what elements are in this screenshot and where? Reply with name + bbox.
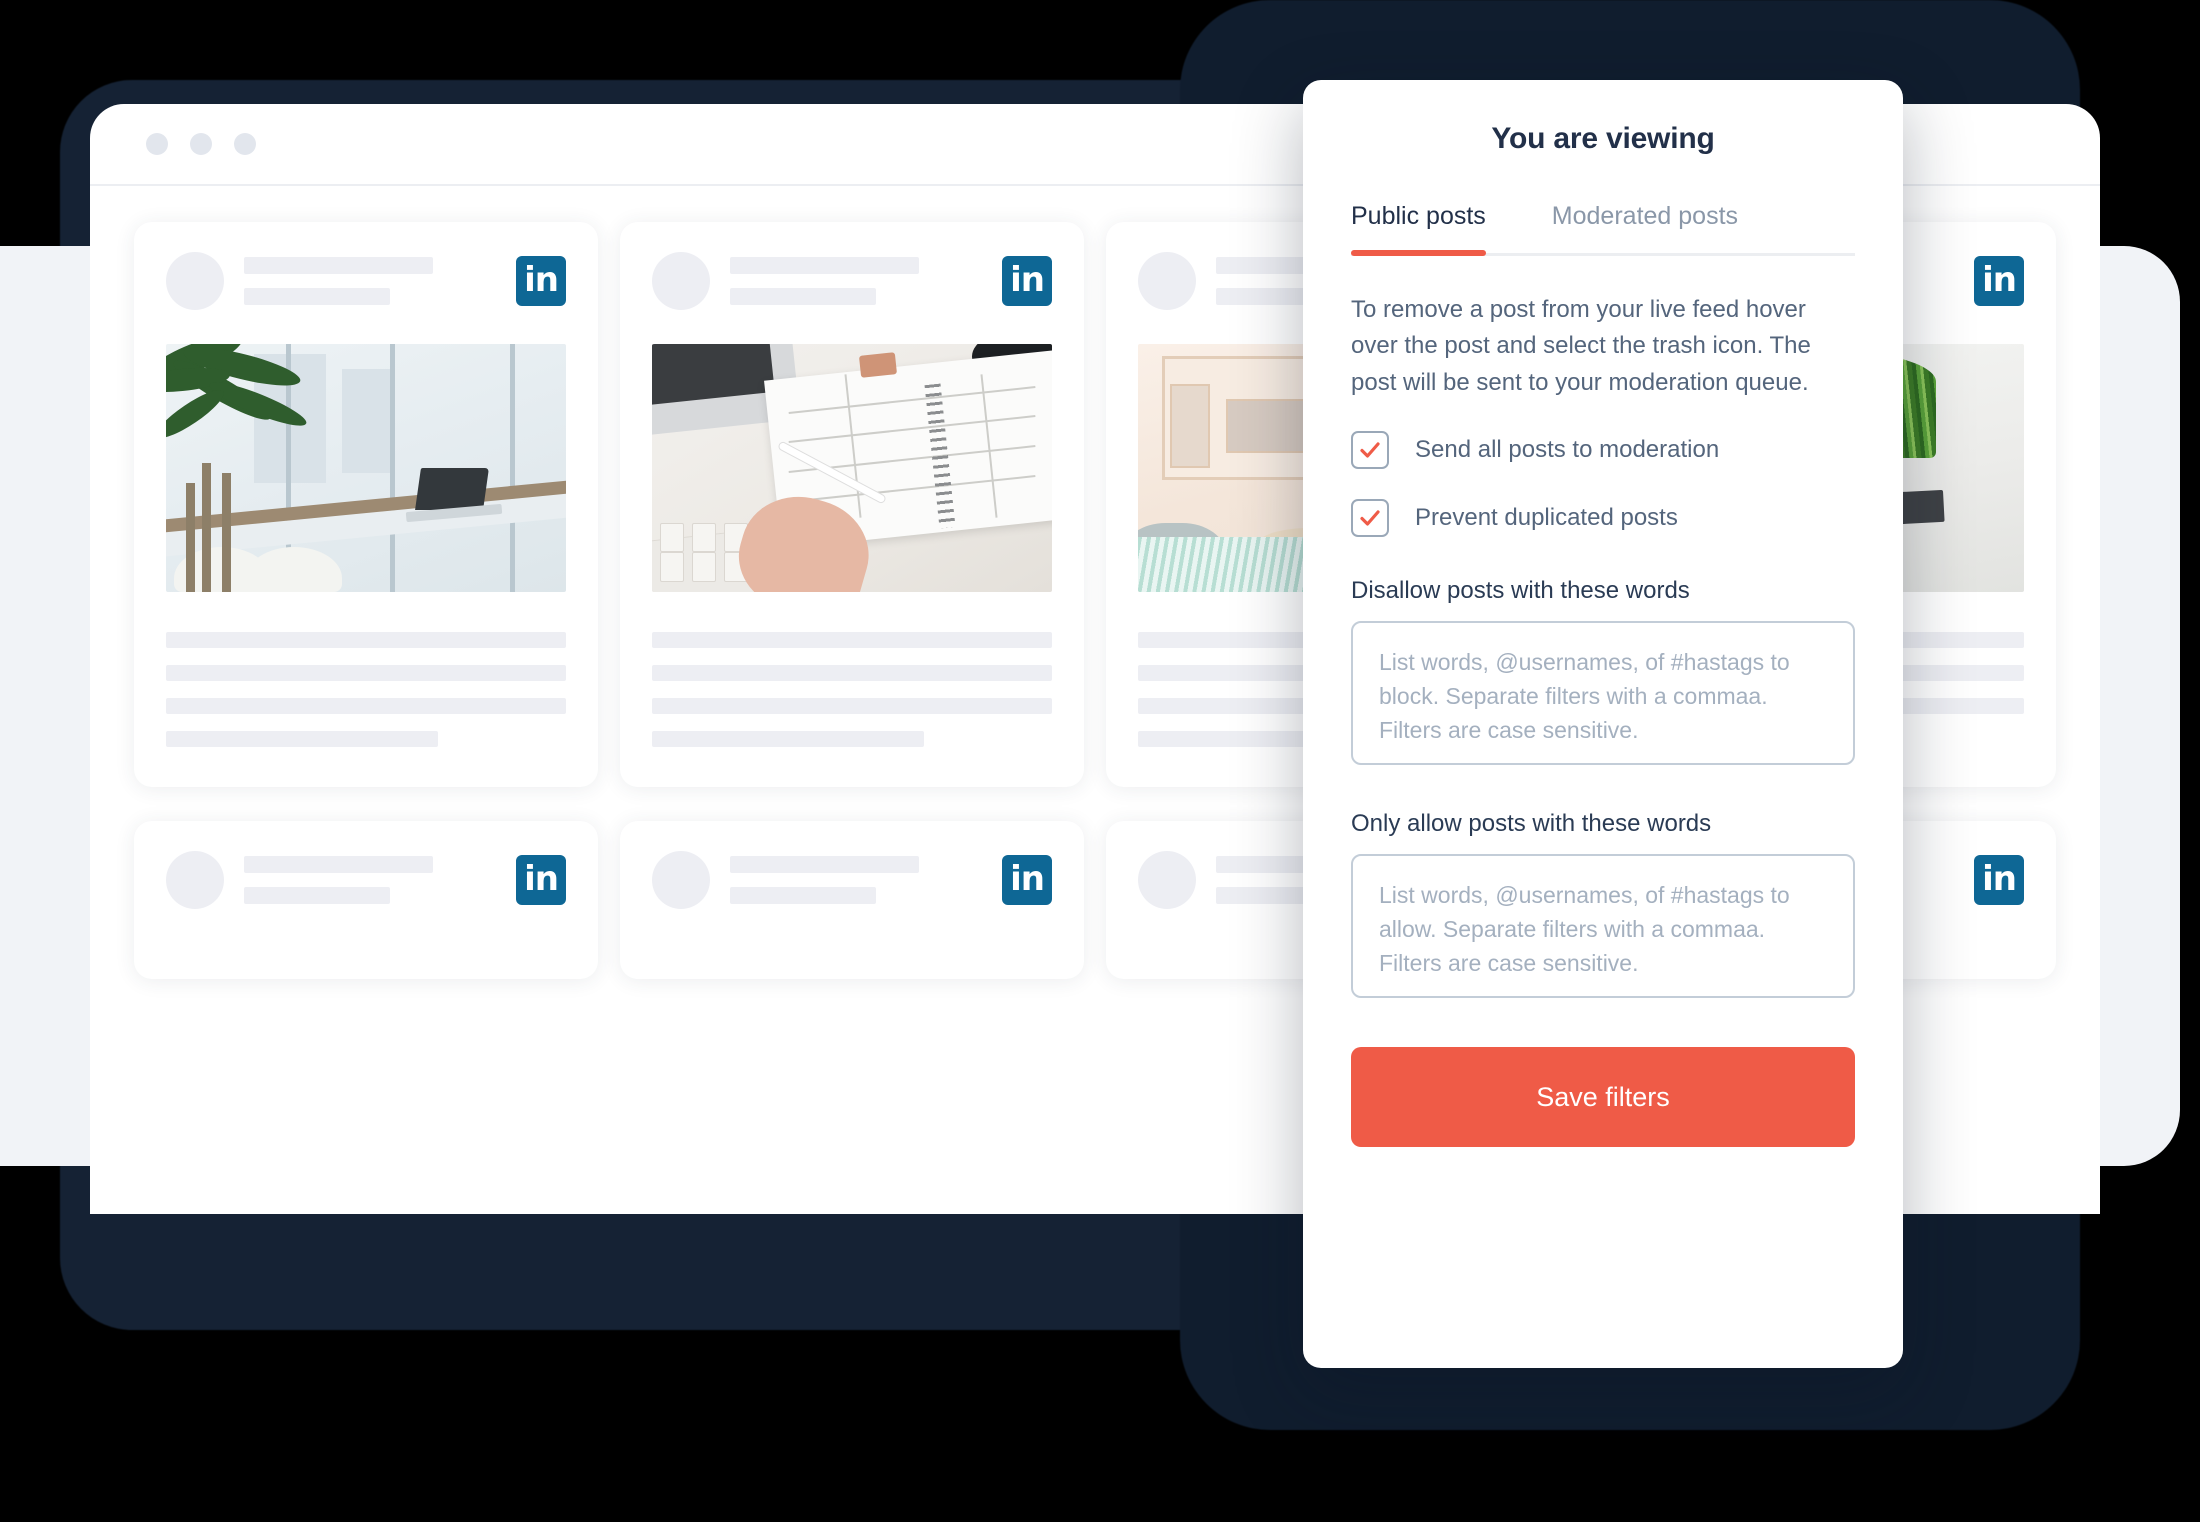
allow-words-input[interactable] xyxy=(1351,854,1855,999)
post-card-header: in xyxy=(166,851,566,909)
checkbox-row-send-all-to-moderation[interactable]: Send all posts to moderation xyxy=(1351,431,1855,470)
checkbox-label-send-all-to-moderation: Send all posts to moderation xyxy=(1415,436,1720,464)
panel-title: You are viewing xyxy=(1491,122,1715,155)
author-name-skeleton xyxy=(244,856,433,873)
avatar xyxy=(166,252,224,310)
post-author-placeholder xyxy=(730,856,982,904)
post-author-placeholder xyxy=(244,856,496,904)
post-author-placeholder xyxy=(244,257,496,305)
label-disallow-words: Disallow posts with these words xyxy=(1351,577,1690,605)
avatar xyxy=(652,252,710,310)
check-icon xyxy=(1360,510,1380,527)
moderation-panel: You are viewing Public posts Moderated p… xyxy=(1303,80,1903,1368)
linkedin-icon: in xyxy=(1002,256,1052,306)
panel-description: To remove a post from your live feed hov… xyxy=(1351,296,1811,396)
author-name-skeleton xyxy=(730,856,919,873)
linkedin-icon: in xyxy=(516,256,566,306)
tab-public-posts[interactable]: Public posts xyxy=(1351,202,1486,256)
checkbox-prevent-duplicated-posts[interactable] xyxy=(1351,499,1389,538)
avatar xyxy=(166,851,224,909)
linkedin-icon: in xyxy=(1974,256,2024,306)
author-meta-skeleton xyxy=(244,288,391,305)
linkedin-icon: in xyxy=(516,855,566,905)
post-card-header: in xyxy=(652,252,1052,310)
linkedin-icon: in xyxy=(1974,855,2024,905)
checkbox-row-prevent-duplicated-posts[interactable]: Prevent duplicated posts xyxy=(1351,499,1855,538)
post-photo-office-window-plant xyxy=(166,344,566,592)
post-author-placeholder xyxy=(730,257,982,305)
author-name-skeleton xyxy=(244,257,433,274)
checkbox-send-all-to-moderation[interactable] xyxy=(1351,431,1389,470)
post-card[interactable]: in xyxy=(620,222,1084,787)
post-card-header: in xyxy=(652,851,1052,909)
panel-tabs: Public posts Moderated posts xyxy=(1351,202,1855,256)
post-body-skeleton xyxy=(652,632,1052,747)
avatar xyxy=(1138,851,1196,909)
post-body-skeleton xyxy=(166,632,566,747)
avatar xyxy=(652,851,710,909)
window-dot-minimize[interactable] xyxy=(190,133,212,155)
post-card[interactable]: in xyxy=(620,821,1084,979)
check-icon xyxy=(1360,442,1380,459)
window-dot-close[interactable] xyxy=(146,133,168,155)
post-card-header: in xyxy=(166,252,566,310)
disallow-words-input[interactable] xyxy=(1351,621,1855,766)
post-card[interactable]: in xyxy=(134,821,598,979)
window-dot-maximize[interactable] xyxy=(234,133,256,155)
save-filters-button[interactable]: Save filters xyxy=(1351,1047,1855,1148)
linkedin-icon: in xyxy=(1002,855,1052,905)
label-allow-words: Only allow posts with these words xyxy=(1351,810,1712,838)
post-card[interactable]: in xyxy=(134,222,598,787)
author-meta-skeleton xyxy=(730,887,877,904)
checkbox-label-prevent-duplicated-posts: Prevent duplicated posts xyxy=(1415,504,1678,532)
screenshot-stage: in in in in in in You are viewing Public… xyxy=(0,0,2200,1522)
author-meta-skeleton xyxy=(730,288,877,305)
avatar xyxy=(1138,252,1196,310)
tab-moderated-posts[interactable]: Moderated posts xyxy=(1552,202,1738,253)
post-photo-desk-planner-hand xyxy=(652,344,1052,592)
author-meta-skeleton xyxy=(244,887,391,904)
author-name-skeleton xyxy=(730,257,919,274)
